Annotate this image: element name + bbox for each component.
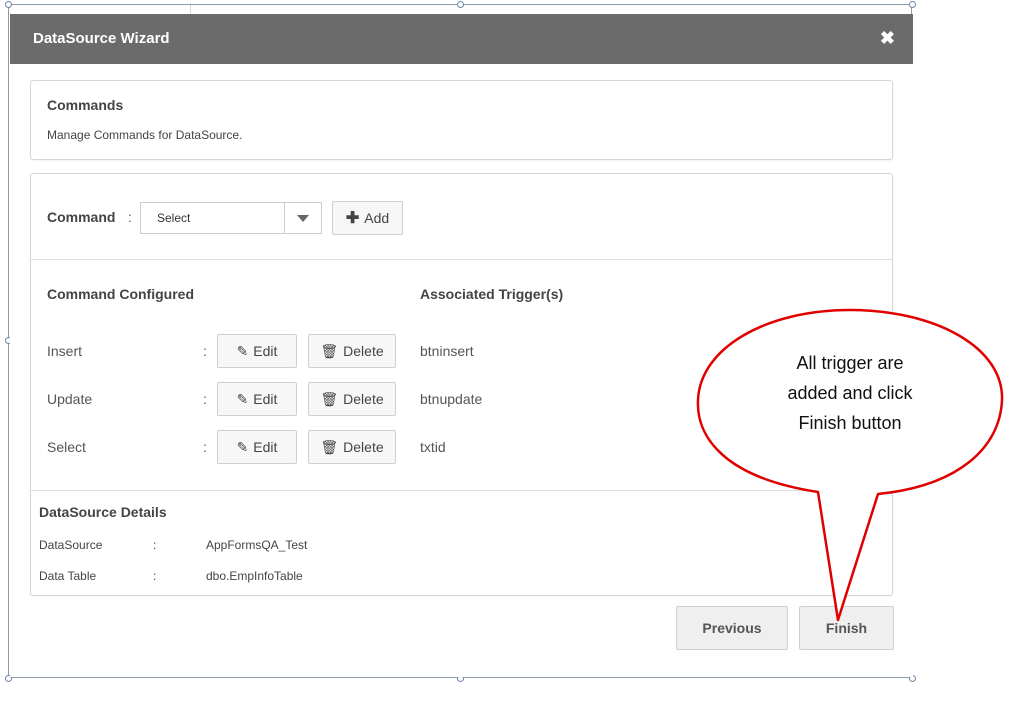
pencil-icon: ✎ bbox=[236, 390, 249, 407]
delete-button[interactable]: 🗑 Delete bbox=[308, 382, 396, 416]
trigger-name: btninsert bbox=[420, 343, 474, 359]
delete-label: Delete bbox=[343, 391, 384, 407]
edit-button[interactable]: ✎ Edit bbox=[217, 430, 297, 464]
trash-icon: 🗑 bbox=[320, 438, 339, 455]
trigger-name: txtid bbox=[420, 439, 446, 455]
trash-icon: 🗑 bbox=[320, 342, 339, 359]
datasource-details-heading: DataSource Details bbox=[39, 504, 167, 520]
command-name: Select bbox=[47, 439, 86, 455]
add-command-label: Add bbox=[364, 210, 390, 226]
edit-label: Edit bbox=[253, 439, 278, 455]
callout-text: All trigger are added and click Finish b… bbox=[764, 348, 936, 438]
commands-heading: Commands bbox=[47, 97, 124, 113]
column-header-command-configured: Command Configured bbox=[47, 286, 194, 302]
trash-icon: 🗑 bbox=[320, 390, 339, 407]
plus-icon: ✚ bbox=[345, 210, 360, 227]
trigger-name: btnupdate bbox=[420, 391, 483, 407]
delete-label: Delete bbox=[343, 439, 384, 455]
command-select[interactable]: Select bbox=[140, 202, 322, 234]
commands-header-panel: Commands Manage Commands for DataSource. bbox=[30, 80, 893, 160]
pencil-icon: ✎ bbox=[236, 438, 249, 455]
command-name: Insert bbox=[47, 343, 83, 359]
chevron-down-icon[interactable] bbox=[284, 203, 321, 233]
command-label: Command bbox=[47, 209, 116, 225]
command-separator: : bbox=[128, 209, 132, 225]
resize-handle[interactable] bbox=[457, 1, 464, 8]
delete-label: Delete bbox=[343, 343, 384, 359]
callout-line: added and click bbox=[787, 383, 913, 403]
callout-line: All trigger are bbox=[796, 353, 904, 373]
command-name: Update bbox=[47, 391, 93, 407]
edit-label: Edit bbox=[253, 343, 278, 359]
resize-handle[interactable] bbox=[5, 1, 12, 8]
detail-value: AppFormsQA_Test bbox=[206, 538, 308, 552]
dialog-titlebar: DataSource Wizard ✖ bbox=[10, 14, 913, 64]
detail-value: dbo.EmpInfoTable bbox=[206, 569, 303, 583]
dialog-title: DataSource Wizard bbox=[33, 30, 170, 47]
command-select-value: Select bbox=[157, 211, 191, 225]
detail-separator: : bbox=[153, 538, 157, 552]
resize-handle[interactable] bbox=[909, 1, 916, 8]
delete-button[interactable]: 🗑 Delete bbox=[308, 430, 396, 464]
edit-button[interactable]: ✎ Edit bbox=[217, 382, 297, 416]
row-separator: : bbox=[203, 439, 207, 455]
detail-separator: : bbox=[153, 569, 157, 583]
row-separator: : bbox=[203, 391, 207, 407]
delete-button[interactable]: 🗑 Delete bbox=[308, 334, 396, 368]
add-command-button[interactable]: ✚ Add bbox=[332, 201, 403, 235]
divider bbox=[31, 259, 892, 260]
edit-label: Edit bbox=[253, 391, 278, 407]
row-separator: : bbox=[203, 343, 207, 359]
callout-line: Finish button bbox=[798, 413, 902, 433]
column-header-associated-triggers: Associated Trigger(s) bbox=[420, 286, 564, 302]
edit-button[interactable]: ✎ Edit bbox=[217, 334, 297, 368]
close-icon[interactable]: ✖ bbox=[880, 28, 895, 49]
detail-label: DataSource bbox=[39, 538, 103, 552]
pencil-icon: ✎ bbox=[236, 342, 249, 359]
commands-description: Manage Commands for DataSource. bbox=[47, 128, 243, 142]
detail-label: Data Table bbox=[39, 569, 97, 583]
